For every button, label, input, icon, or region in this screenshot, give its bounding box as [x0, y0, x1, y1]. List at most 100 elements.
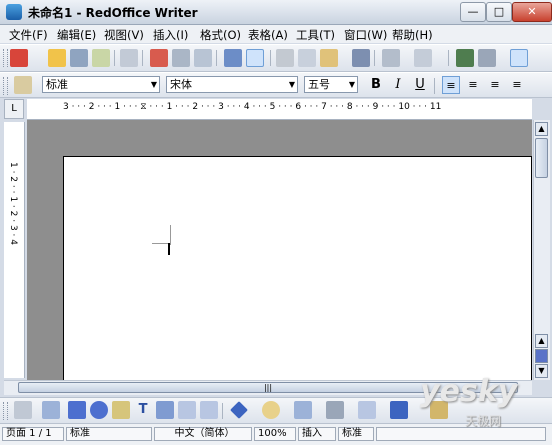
justify-icon[interactable]: ≡: [508, 76, 526, 94]
selection-mode[interactable]: 标准: [338, 427, 374, 441]
font-name-select[interactable]: 宋体 ▼: [166, 76, 298, 93]
open-folder-icon[interactable]: [48, 49, 66, 67]
format-paintbrush-icon[interactable]: [352, 49, 370, 67]
next-page-icon[interactable]: ▼: [535, 364, 548, 378]
language[interactable]: 中文（简体）: [154, 427, 252, 441]
menu-help[interactable]: 帮助(H): [389, 26, 436, 44]
callout-rounded-icon[interactable]: [200, 401, 218, 419]
navigation-icon[interactable]: [535, 349, 548, 363]
previous-page-icon[interactable]: ▲: [535, 334, 548, 348]
show-draw-functions-icon[interactable]: [510, 49, 528, 67]
stars-icon[interactable]: [390, 401, 408, 419]
edit-file-icon[interactable]: [120, 49, 138, 67]
separator: [448, 50, 449, 66]
toolbar-grip[interactable]: [3, 49, 8, 67]
menu-format[interactable]: 格式(O): [197, 26, 244, 44]
separator: [434, 78, 435, 94]
horizontal-ruler[interactable]: 3 · · · 2 · · · 1 · · · ⧖ · · · 1 · · · …: [27, 99, 532, 120]
tab-stop-selector[interactable]: L: [4, 99, 24, 119]
vertical-text-icon[interactable]: [156, 401, 174, 419]
document-workspace: [27, 120, 532, 380]
paste-icon[interactable]: [320, 49, 338, 67]
toolbar-grip[interactable]: [3, 77, 8, 95]
auto-spellcheck-icon[interactable]: [246, 49, 264, 67]
undo-icon[interactable]: [382, 49, 400, 67]
symbol-shapes-icon[interactable]: [262, 401, 280, 419]
watermark-logo: yesky: [420, 374, 518, 409]
vertical-scroll-thumb[interactable]: [535, 138, 548, 178]
italic-icon[interactable]: I: [389, 76, 407, 94]
text-cursor: [168, 243, 170, 255]
select-arrow-icon[interactable]: [14, 401, 32, 419]
separator: [222, 403, 223, 419]
callouts-icon[interactable]: [358, 401, 376, 419]
copy-icon[interactable]: [298, 49, 316, 67]
vertical-scrollbar[interactable]: ▲ ▲ ▼: [533, 120, 550, 380]
print-preview-icon[interactable]: [194, 49, 212, 67]
align-left-icon[interactable]: ≡: [442, 76, 460, 94]
menu-edit[interactable]: 编辑(E): [54, 26, 99, 44]
menu-file[interactable]: 文件(F): [6, 26, 51, 44]
menu-table[interactable]: 表格(A): [245, 26, 291, 44]
document-page[interactable]: [63, 156, 532, 380]
page-indicator: 页面 1 / 1: [2, 427, 64, 441]
callout-icon[interactable]: [178, 401, 196, 419]
freeform-icon[interactable]: [112, 401, 130, 419]
rectangle-icon[interactable]: [68, 401, 86, 419]
line-icon[interactable]: [42, 401, 60, 419]
ellipse-icon[interactable]: [90, 401, 108, 419]
formatting-toolbar: 标准 ▼ 宋体 ▼ 五号 ▼ B I U ≡ ≡ ≡ ≡: [0, 72, 552, 98]
redo-icon[interactable]: [414, 49, 432, 67]
font-size-select[interactable]: 五号 ▼: [304, 76, 358, 93]
maximize-button[interactable]: □: [486, 2, 512, 22]
close-button[interactable]: ✕: [512, 2, 552, 22]
underline-icon[interactable]: U: [411, 76, 429, 94]
text-boundary-mark: [170, 225, 171, 245]
styles-formatting-icon[interactable]: [14, 76, 32, 94]
separator: [374, 50, 375, 66]
separator: [270, 50, 271, 66]
print-icon[interactable]: [172, 49, 190, 67]
separator: [114, 50, 115, 66]
toolbar-grip[interactable]: [3, 402, 8, 420]
flowchart-icon[interactable]: [326, 401, 344, 419]
vertical-ruler[interactable]: 1 · 2 · · 1 · 2 · 3 · 4: [4, 122, 25, 378]
cut-icon[interactable]: [276, 49, 294, 67]
separator: [142, 50, 143, 66]
watermark-subtitle: 天极网: [465, 414, 502, 428]
scroll-up-arrow-icon[interactable]: ▲: [535, 122, 548, 136]
title-bar: 未命名1 - RedOffice Writer — □ ✕: [0, 0, 552, 25]
ruler-labels-vertical: 1 · 2 · · 1 · 2 · 3 · 4: [8, 162, 18, 245]
align-center-icon[interactable]: ≡: [464, 76, 482, 94]
spellcheck-icon[interactable]: [224, 49, 242, 67]
insert-table-icon[interactable]: [478, 49, 496, 67]
basic-shapes-icon[interactable]: [230, 401, 248, 419]
menu-insert[interactable]: 插入(I): [150, 26, 191, 44]
zoom-level[interactable]: 100%: [254, 427, 296, 441]
paragraph-style-select[interactable]: 标准 ▼: [42, 76, 160, 93]
save-icon[interactable]: [70, 49, 88, 67]
align-right-icon[interactable]: ≡: [486, 76, 504, 94]
export-pdf-icon[interactable]: [150, 49, 168, 67]
email-icon[interactable]: [92, 49, 110, 67]
menu-tools[interactable]: 工具(T): [293, 26, 338, 44]
chevron-down-icon: ▼: [150, 80, 157, 89]
minimize-button[interactable]: —: [460, 2, 486, 22]
block-arrows-icon[interactable]: [294, 401, 312, 419]
text-tool-icon[interactable]: T: [134, 401, 152, 419]
page-style[interactable]: 标准: [66, 427, 152, 441]
paragraph-style-value: 标准: [46, 78, 68, 91]
insert-mode[interactable]: 插入: [298, 427, 336, 441]
window-title: 未命名1 - RedOffice Writer: [28, 6, 198, 20]
font-name-value: 宋体: [170, 78, 192, 91]
bold-icon[interactable]: B: [367, 76, 385, 94]
font-size-value: 五号: [308, 78, 330, 91]
status-empty: [376, 427, 546, 441]
ruler-labels: 3 · · · 2 · · · 1 · · · ⧖ · · · 1 · · · …: [63, 102, 442, 112]
app-icon: [6, 4, 22, 20]
menu-window[interactable]: 窗口(W): [341, 26, 390, 44]
new-document-icon[interactable]: [10, 49, 28, 67]
navigator-icon[interactable]: [456, 49, 474, 67]
menu-view[interactable]: 视图(V): [101, 26, 147, 44]
chevron-down-icon: ▼: [348, 80, 355, 89]
